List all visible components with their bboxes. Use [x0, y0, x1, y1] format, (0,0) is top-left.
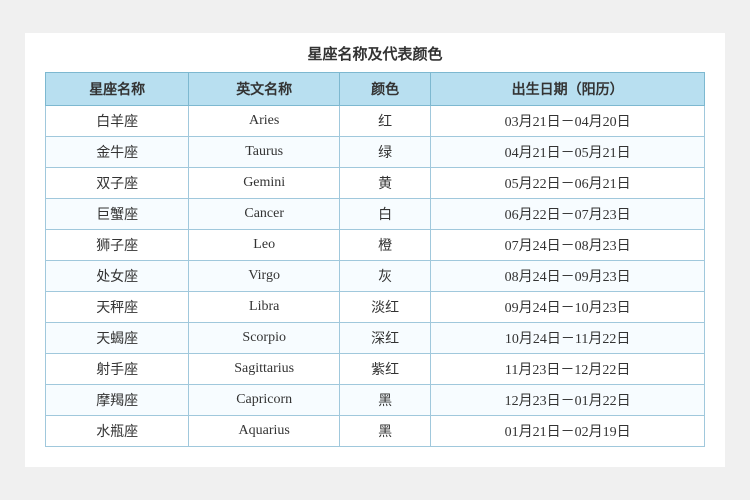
table-row: 摩羯座Capricorn黑12月23日－01月22日	[46, 385, 705, 416]
cell-zh: 水瓶座	[46, 416, 189, 447]
cell-zh: 白羊座	[46, 106, 189, 137]
cell-date: 01月21日－02月19日	[431, 416, 705, 447]
cell-zh: 天秤座	[46, 292, 189, 323]
cell-en: Aquarius	[189, 416, 340, 447]
cell-color: 紫红	[340, 354, 431, 385]
cell-zh: 巨蟹座	[46, 199, 189, 230]
table-row: 金牛座Taurus绿04月21日－05月21日	[46, 137, 705, 168]
col-header-en: 英文名称	[189, 73, 340, 106]
cell-en: Taurus	[189, 137, 340, 168]
table-row: 天秤座Libra淡红09月24日－10月23日	[46, 292, 705, 323]
table-header-row: 星座名称 英文名称 颜色 出生日期（阳历）	[46, 73, 705, 106]
cell-date: 12月23日－01月22日	[431, 385, 705, 416]
cell-color: 深红	[340, 323, 431, 354]
cell-en: Cancer	[189, 199, 340, 230]
cell-en: Scorpio	[189, 323, 340, 354]
cell-date: 03月21日－04月20日	[431, 106, 705, 137]
cell-zh: 狮子座	[46, 230, 189, 261]
table-row: 双子座Gemini黄05月22日－06月21日	[46, 168, 705, 199]
cell-en: Gemini	[189, 168, 340, 199]
cell-en: Sagittarius	[189, 354, 340, 385]
table-row: 天蝎座Scorpio深红10月24日－11月22日	[46, 323, 705, 354]
cell-date: 11月23日－12月22日	[431, 354, 705, 385]
cell-color: 淡红	[340, 292, 431, 323]
cell-en: Aries	[189, 106, 340, 137]
table-row: 巨蟹座Cancer白06月22日－07月23日	[46, 199, 705, 230]
col-header-color: 颜色	[340, 73, 431, 106]
cell-date: 04月21日－05月21日	[431, 137, 705, 168]
cell-en: Libra	[189, 292, 340, 323]
cell-color: 灰	[340, 261, 431, 292]
table-row: 水瓶座Aquarius黑01月21日－02月19日	[46, 416, 705, 447]
cell-color: 黑	[340, 416, 431, 447]
cell-date: 10月24日－11月22日	[431, 323, 705, 354]
cell-en: Virgo	[189, 261, 340, 292]
table-row: 射手座Sagittarius紫红11月23日－12月22日	[46, 354, 705, 385]
cell-en: Capricorn	[189, 385, 340, 416]
col-header-date: 出生日期（阳历）	[431, 73, 705, 106]
cell-zh: 射手座	[46, 354, 189, 385]
cell-zh: 摩羯座	[46, 385, 189, 416]
cell-zh: 金牛座	[46, 137, 189, 168]
cell-zh: 双子座	[46, 168, 189, 199]
cell-date: 06月22日－07月23日	[431, 199, 705, 230]
cell-zh: 处女座	[46, 261, 189, 292]
cell-color: 橙	[340, 230, 431, 261]
page-title: 星座名称及代表颜色	[45, 43, 705, 64]
cell-date: 05月22日－06月21日	[431, 168, 705, 199]
table-row: 处女座Virgo灰08月24日－09月23日	[46, 261, 705, 292]
cell-date: 08月24日－09月23日	[431, 261, 705, 292]
cell-color: 绿	[340, 137, 431, 168]
zodiac-table: 星座名称 英文名称 颜色 出生日期（阳历） 白羊座Aries红03月21日－04…	[45, 72, 705, 447]
cell-zh: 天蝎座	[46, 323, 189, 354]
table-row: 狮子座Leo橙07月24日－08月23日	[46, 230, 705, 261]
main-container: 星座名称及代表颜色 星座名称 英文名称 颜色 出生日期（阳历） 白羊座Aries…	[25, 33, 725, 467]
table-row: 白羊座Aries红03月21日－04月20日	[46, 106, 705, 137]
cell-en: Leo	[189, 230, 340, 261]
cell-color: 黄	[340, 168, 431, 199]
col-header-zh: 星座名称	[46, 73, 189, 106]
cell-date: 07月24日－08月23日	[431, 230, 705, 261]
cell-date: 09月24日－10月23日	[431, 292, 705, 323]
cell-color: 白	[340, 199, 431, 230]
cell-color: 红	[340, 106, 431, 137]
cell-color: 黑	[340, 385, 431, 416]
